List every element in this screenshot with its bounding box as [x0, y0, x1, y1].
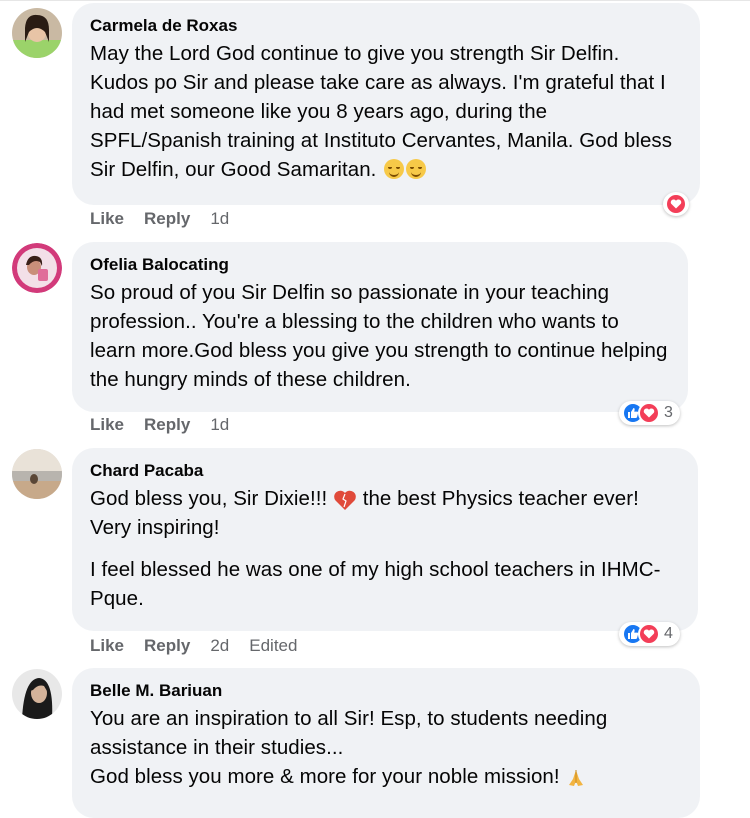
reaction-count: 3	[664, 404, 673, 421]
avatar[interactable]	[12, 243, 62, 293]
comment-author[interactable]: Ofelia Balocating	[90, 254, 670, 276]
like-link[interactable]: Like	[90, 209, 124, 229]
like-link[interactable]: Like	[90, 636, 124, 656]
comment-bubble: Belle M. Bariuan You are an inspiration …	[72, 668, 700, 818]
comment-paragraph: I feel blessed he was one of my high sch…	[90, 558, 661, 610]
love-icon	[638, 623, 660, 645]
like-link[interactable]: Like	[90, 415, 124, 435]
comment-author[interactable]: Chard Pacaba	[90, 460, 680, 482]
comment-bubble: Ofelia Balocating So proud of you Sir De…	[72, 242, 688, 412]
reaction-count: 4	[664, 625, 673, 642]
avatar-photo-icon	[12, 243, 62, 293]
edited-label: Edited	[249, 636, 298, 655]
timestamp[interactable]: 1d	[210, 415, 229, 435]
folded-hands-icon	[569, 769, 584, 786]
love-icon	[665, 193, 687, 215]
avatar-photo-icon	[12, 449, 62, 499]
timestamp[interactable]: 1d	[210, 209, 229, 229]
comment-text: So proud of you Sir Delfin so passionate…	[90, 278, 670, 394]
comment-bubble: Chard Pacaba God bless you, Sir Dixie!!!…	[72, 448, 698, 631]
comment-paragraph: May the Lord God continue to give you st…	[90, 42, 673, 181]
reaction-summary[interactable]: 4	[619, 622, 680, 646]
comment-text-part: God bless you, Sir Dixie!!!	[90, 487, 328, 510]
comment-line: You are an inspiration to all Sir! Esp, …	[90, 707, 608, 759]
reply-link[interactable]: Reply	[144, 636, 190, 656]
comment-paragraph: So proud of you Sir Delfin so passionate…	[90, 281, 668, 391]
reply-link[interactable]: Reply	[144, 415, 190, 435]
comment-text: May the Lord God continue to give you st…	[90, 39, 682, 184]
relieved-face-icon	[406, 159, 427, 179]
avatar[interactable]	[12, 669, 62, 719]
comment-actions: Like Reply 1d	[90, 415, 229, 435]
comment-actions: Like Reply 2d Edited	[90, 636, 297, 656]
avatar-photo-icon	[12, 669, 62, 719]
reaction-summary[interactable]: 3	[619, 401, 680, 425]
comment-author[interactable]: Carmela de Roxas	[90, 15, 682, 37]
comment-text: You are an inspiration to all Sir! Esp, …	[90, 704, 682, 791]
avatar-photo-icon	[12, 8, 62, 58]
timestamp[interactable]: 2d	[210, 636, 229, 656]
comment-line: God bless you more & more for your noble…	[90, 765, 560, 788]
reaction-summary[interactable]	[663, 192, 689, 216]
comment-actions: Like Reply 1d	[90, 209, 229, 229]
relieved-face-icon	[384, 159, 405, 179]
heart-icon	[334, 490, 356, 510]
avatar[interactable]	[12, 8, 62, 58]
reply-link[interactable]: Reply	[144, 209, 190, 229]
comment-bubble: Carmela de Roxas May the Lord God contin…	[72, 3, 700, 205]
avatar[interactable]	[12, 449, 62, 499]
comment-text: God bless you, Sir Dixie!!! the best Phy…	[90, 484, 680, 613]
comment-author[interactable]: Belle M. Bariuan	[90, 680, 682, 702]
love-icon	[638, 402, 660, 424]
